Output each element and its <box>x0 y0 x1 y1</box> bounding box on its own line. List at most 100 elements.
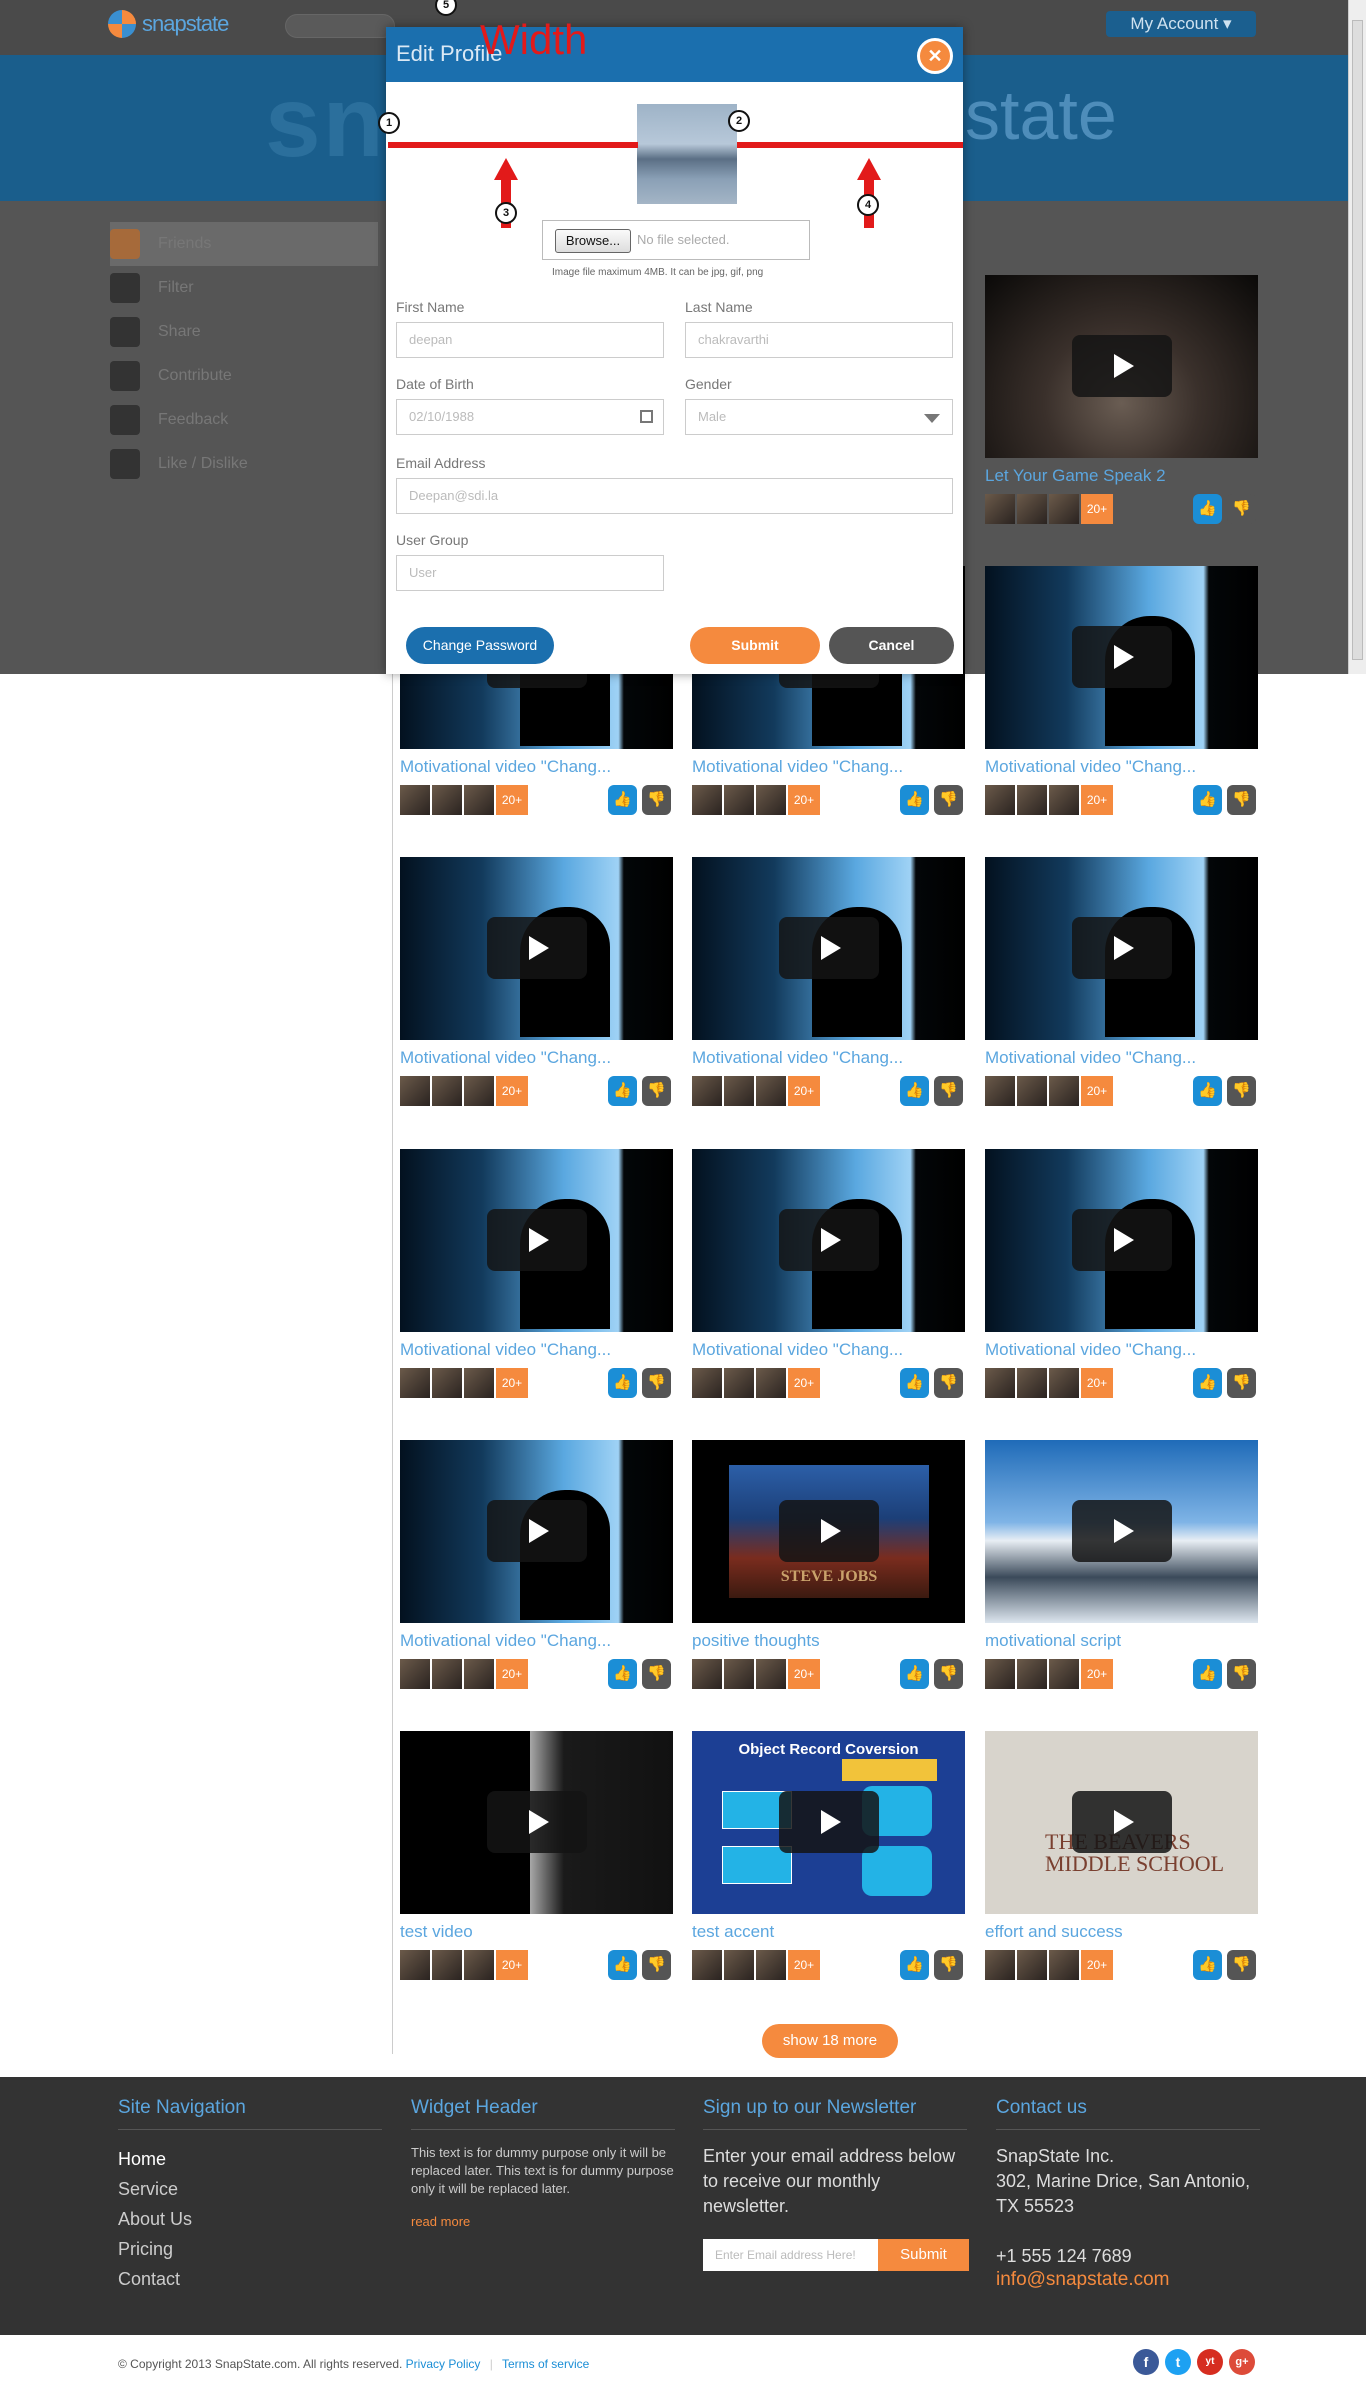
play-icon[interactable] <box>1072 1791 1172 1853</box>
video-title[interactable]: Motivational video "Chang... <box>985 1048 1258 1070</box>
play-icon[interactable] <box>1072 1500 1172 1562</box>
footer-link-contact[interactable]: Contact <box>118 2264 382 2294</box>
video-card[interactable]: Motivational video "Chang... 20+ 👍 👎 <box>692 1149 965 1402</box>
thumbs-down-icon[interactable]: 👎 <box>934 1076 963 1106</box>
avatar[interactable] <box>692 1950 722 1980</box>
thumbs-up-icon[interactable]: 👍 <box>1193 1368 1222 1398</box>
avatar[interactable] <box>1049 1950 1079 1980</box>
thumbs-down-icon[interactable]: 👎 <box>642 1950 671 1980</box>
video-title[interactable]: Let Your Game Speak 2 <box>985 466 1258 488</box>
avatar[interactable] <box>432 1368 462 1398</box>
video-title[interactable]: effort and success <box>985 1922 1258 1944</box>
browse-button[interactable]: Browse... <box>555 229 631 253</box>
play-icon[interactable] <box>487 1500 587 1562</box>
gender-select[interactable]: Male <box>685 399 953 435</box>
footer-link-home[interactable]: Home <box>118 2144 382 2174</box>
my-account-button[interactable]: My Account ▾ <box>1106 11 1256 37</box>
avatar[interactable] <box>432 1659 462 1689</box>
thumbs-down-icon[interactable]: 👎 <box>1227 1950 1256 1980</box>
terms-link[interactable]: Terms of service <box>502 2357 589 2371</box>
thumbs-up-icon[interactable]: 👍 <box>608 1659 637 1689</box>
thumbs-up-icon[interactable]: 👍 <box>1193 1659 1222 1689</box>
avatar[interactable] <box>1049 494 1079 524</box>
thumbs-down-icon[interactable]: 👎 <box>642 1659 671 1689</box>
video-thumbnail[interactable] <box>400 1731 673 1914</box>
first-name-field[interactable]: deepan <box>396 322 664 358</box>
avatar[interactable] <box>400 785 430 815</box>
avatar[interactable] <box>756 1368 786 1398</box>
avatar[interactable] <box>400 1368 430 1398</box>
video-thumbnail[interactable]: THE BEAVERS MIDDLE SCHOOL <box>985 1731 1258 1914</box>
video-card[interactable]: Motivational video "Chang... 20+ 👍 👎 <box>985 1149 1258 1402</box>
facebook-icon[interactable]: f <box>1133 2349 1159 2375</box>
thumbs-up-icon[interactable]: 👍 <box>900 1368 929 1398</box>
avatar[interactable] <box>724 785 754 815</box>
video-title[interactable]: Motivational video "Chang... <box>985 1340 1258 1362</box>
avatar[interactable] <box>464 1076 494 1106</box>
avatar[interactable] <box>692 1659 722 1689</box>
avatar[interactable] <box>985 1076 1015 1106</box>
user-group-field[interactable]: User <box>396 555 664 591</box>
video-title[interactable]: positive thoughts <box>692 1631 965 1653</box>
video-title[interactable]: Motivational video "Chang... <box>692 1048 965 1070</box>
avatar[interactable] <box>756 1950 786 1980</box>
play-icon[interactable] <box>487 917 587 979</box>
privacy-link[interactable]: Privacy Policy <box>406 2357 481 2371</box>
video-thumbnail[interactable] <box>692 1149 965 1332</box>
avatar[interactable] <box>1017 1950 1047 1980</box>
thumbs-down-icon[interactable]: 👎 <box>934 1659 963 1689</box>
video-thumbnail[interactable]: Object Record Coversion <box>692 1731 965 1914</box>
sidebar-item-contribute[interactable]: Contribute <box>110 354 378 398</box>
play-icon[interactable] <box>779 1500 879 1562</box>
thumbs-up-icon[interactable]: 👍 <box>1193 1076 1222 1106</box>
thumbs-down-icon[interactable]: 👎 <box>1227 1368 1256 1398</box>
footer-link-pricing[interactable]: Pricing <box>118 2234 382 2264</box>
newsletter-submit-button[interactable]: Submit <box>878 2239 969 2271</box>
thumbs-up-icon[interactable]: 👍 <box>608 1368 637 1398</box>
viewer-count-badge[interactable]: 20+ <box>496 1950 528 1980</box>
close-button[interactable]: ✕ <box>917 38 953 74</box>
viewer-count-badge[interactable]: 20+ <box>1081 785 1113 815</box>
scrollbar[interactable] <box>1348 0 1366 674</box>
avatar[interactable] <box>724 1076 754 1106</box>
video-thumbnail[interactable] <box>400 1149 673 1332</box>
thumbs-down-icon[interactable]: 👎 <box>934 1368 963 1398</box>
video-card[interactable]: Motivational video "Chang... 20+ 👍 👎 <box>985 566 1258 819</box>
avatar[interactable] <box>756 1076 786 1106</box>
avatar[interactable] <box>464 1950 494 1980</box>
newsletter-email-input[interactable]: Enter Email address Here! <box>703 2239 878 2271</box>
video-thumbnail[interactable] <box>985 566 1258 749</box>
dob-field[interactable]: 02/10/1988 <box>396 399 664 435</box>
viewer-count-badge[interactable]: 20+ <box>496 785 528 815</box>
video-title[interactable]: Motivational video "Chang... <box>400 1340 673 1362</box>
video-card[interactable]: Motivational video "Chang... 20+ 👍 👎 <box>985 857 1258 1110</box>
video-card[interactable]: test video 20+ 👍 👎 <box>400 1731 673 1984</box>
avatar[interactable] <box>1049 1076 1079 1106</box>
viewer-count-badge[interactable]: 20+ <box>496 1659 528 1689</box>
footer-link-service[interactable]: Service <box>118 2174 382 2204</box>
thumbs-up-icon[interactable]: 👍 <box>900 1950 929 1980</box>
video-title[interactable]: test accent <box>692 1922 965 1944</box>
thumbs-up-icon[interactable]: 👍 <box>900 785 929 815</box>
thumbs-up-icon[interactable]: 👍 <box>900 1659 929 1689</box>
avatar[interactable] <box>692 785 722 815</box>
footer-link-about[interactable]: About Us <box>118 2204 382 2234</box>
video-thumbnail[interactable] <box>985 1149 1258 1332</box>
search-input[interactable] <box>285 14 395 38</box>
thumbs-down-icon[interactable]: 👎 <box>642 785 671 815</box>
thumbs-up-icon[interactable]: 👍 <box>608 1076 637 1106</box>
sidebar-item-feedback[interactable]: Feedback <box>110 398 378 442</box>
viewer-count-badge[interactable]: 20+ <box>788 1950 820 1980</box>
viewer-count-badge[interactable]: 20+ <box>1081 1076 1113 1106</box>
video-card[interactable]: Motivational video "Chang... 20+ 👍 👎 <box>400 1149 673 1402</box>
avatar[interactable] <box>985 785 1015 815</box>
video-title[interactable]: Motivational video "Chang... <box>400 1048 673 1070</box>
video-title[interactable]: Motivational video "Chang... <box>692 757 965 779</box>
avatar[interactable] <box>1049 1368 1079 1398</box>
viewer-count-badge[interactable]: 20+ <box>788 1076 820 1106</box>
change-password-button[interactable]: Change Password <box>406 627 554 664</box>
scrollbar-thumb[interactable] <box>1352 20 1363 660</box>
avatar[interactable] <box>985 1950 1015 1980</box>
play-icon[interactable] <box>1072 917 1172 979</box>
email-field[interactable]: Deepan@sdi.la <box>396 478 953 514</box>
